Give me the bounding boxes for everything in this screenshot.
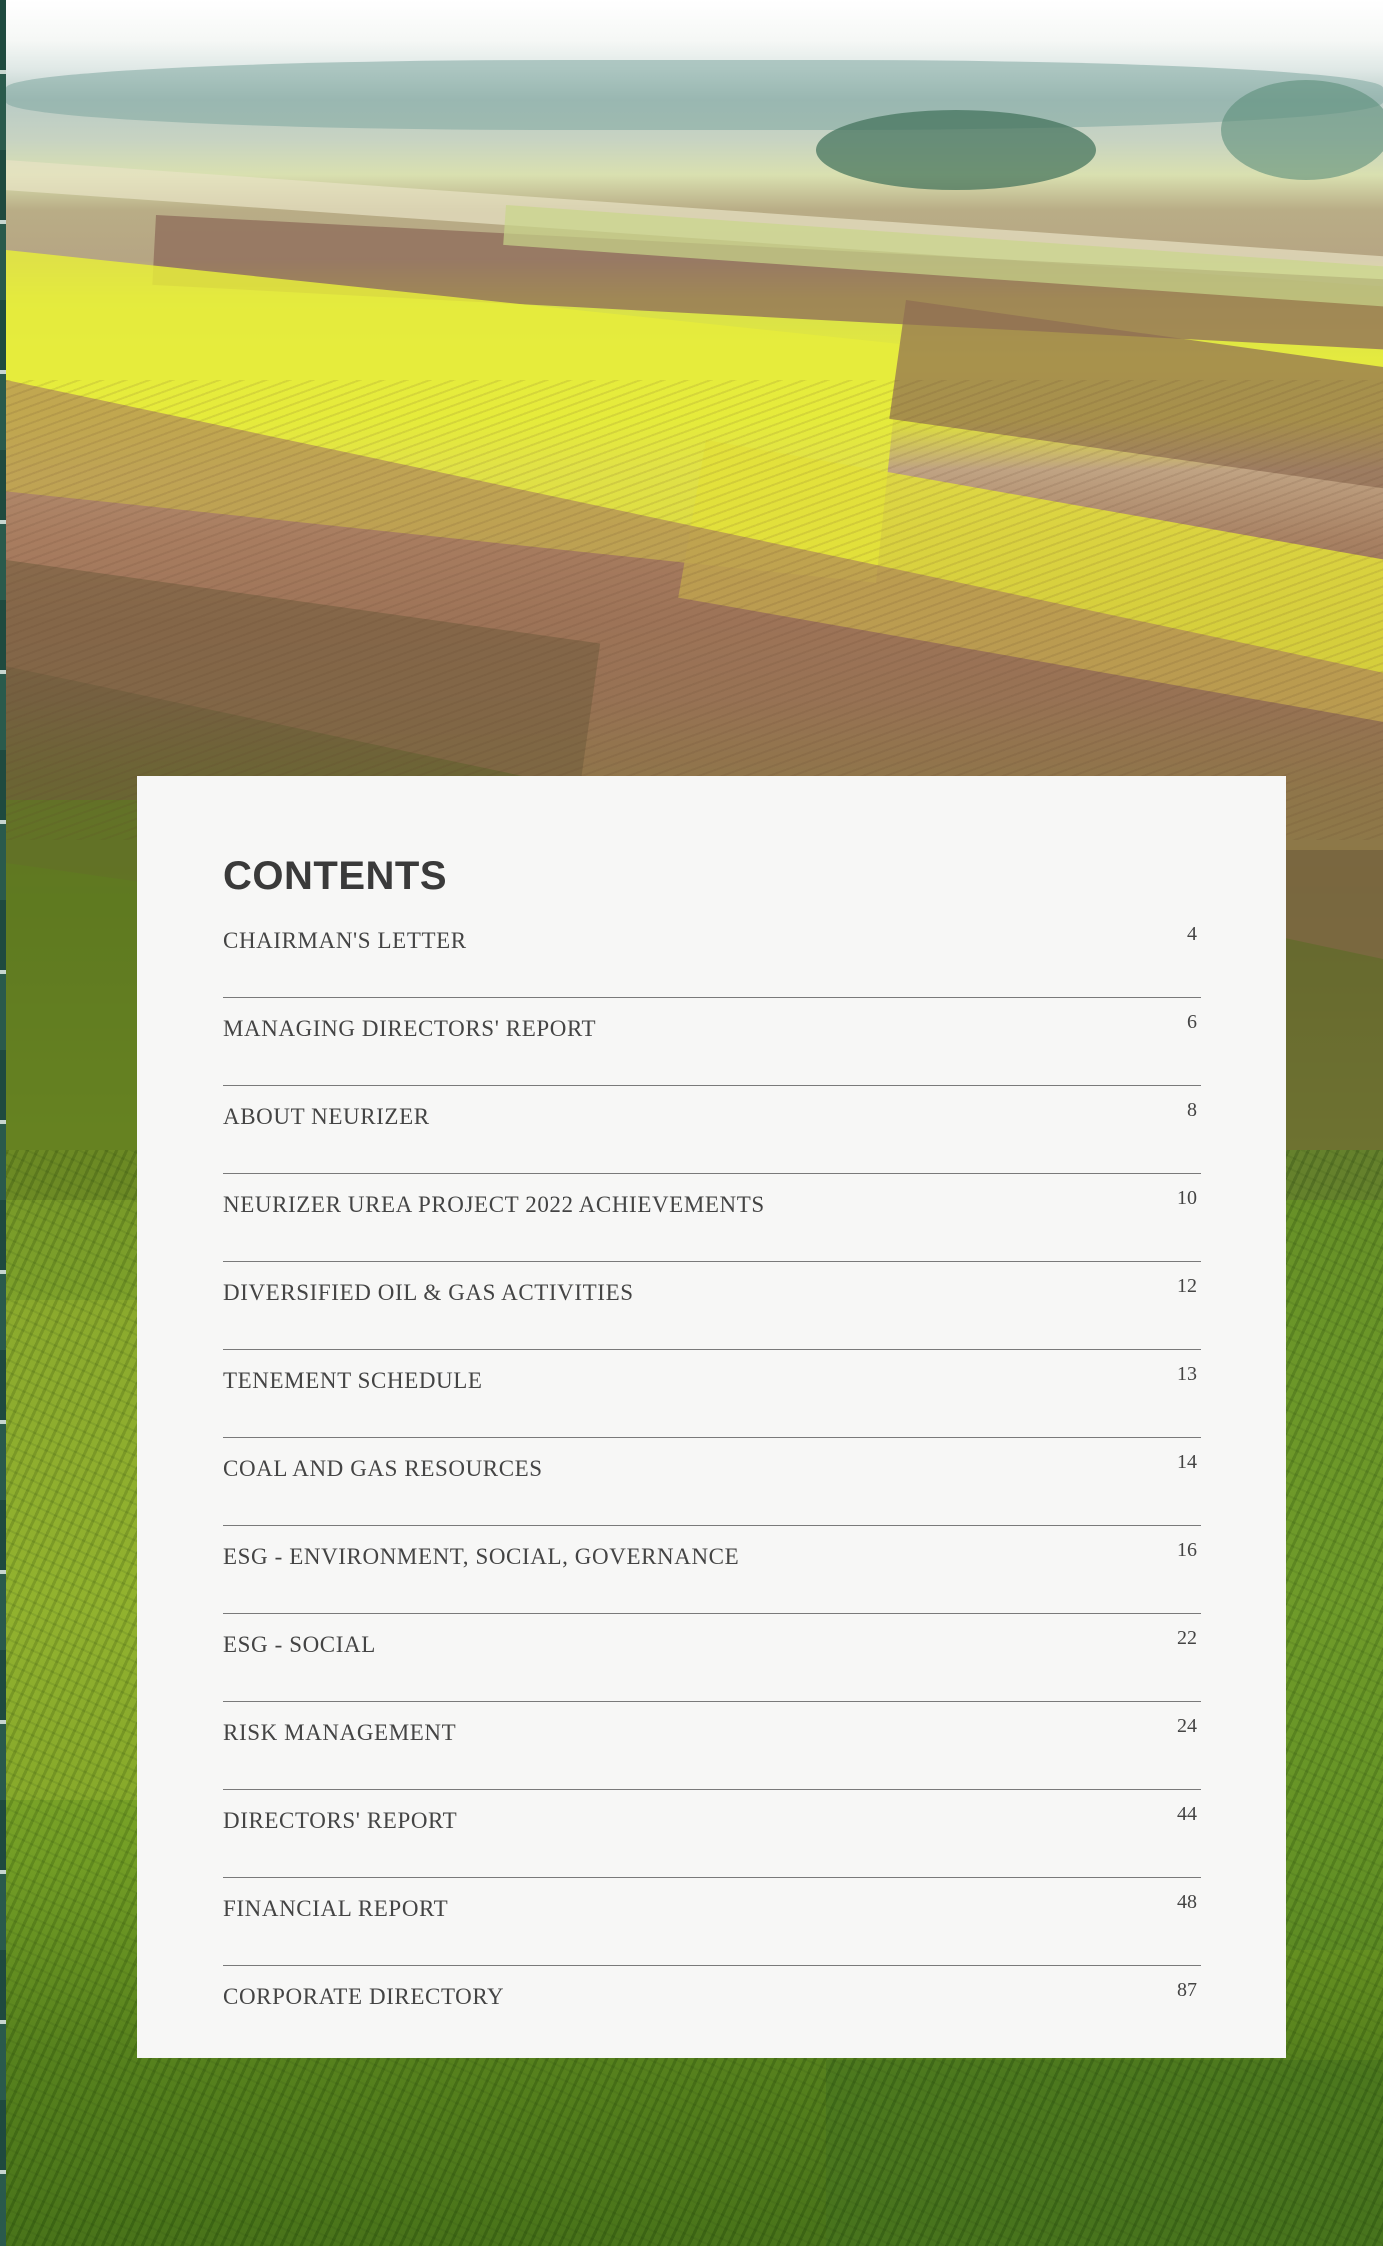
- toc-item-page-number: 13: [1177, 1363, 1197, 1385]
- toc-item-label: CHAIRMAN'S LETTER: [223, 928, 467, 953]
- contents-title: CONTENTS: [223, 854, 447, 898]
- toc-item-label: FINANCIAL REPORT: [223, 1896, 449, 1921]
- toc-item-page-number: 48: [1177, 1891, 1197, 1913]
- toc-item[interactable]: ESG - SOCIAL 22: [223, 1614, 1201, 1702]
- toc-item-page-number: 22: [1177, 1627, 1197, 1649]
- tree-cluster: [816, 110, 1096, 190]
- distant-treeline: [6, 60, 1383, 130]
- toc-item-page-number: 87: [1177, 1979, 1197, 2001]
- toc-item-page-number: 10: [1177, 1187, 1197, 1209]
- toc-item-page-number: 24: [1177, 1715, 1197, 1737]
- field-band: [1286, 850, 1383, 1200]
- table-of-contents: CHAIRMAN'S LETTER 4 MANAGING DIRECTORS' …: [223, 910, 1201, 2054]
- toc-item-label: NEURIZER UREA PROJECT 2022 ACHIEVEMENTS: [223, 1192, 765, 1217]
- toc-item[interactable]: DIRECTORS' REPORT 44: [223, 1790, 1201, 1878]
- toc-item-page-number: 44: [1177, 1803, 1197, 1825]
- toc-item-label: CORPORATE DIRECTORY: [223, 1984, 505, 2009]
- toc-item[interactable]: CORPORATE DIRECTORY 87: [223, 1966, 1201, 2054]
- toc-item-label: TENEMENT SCHEDULE: [223, 1368, 483, 1393]
- toc-item[interactable]: ESG - ENVIRONMENT, SOCIAL, GOVERNANCE 16: [223, 1526, 1201, 1614]
- toc-item[interactable]: FINANCIAL REPORT 48: [223, 1878, 1201, 1966]
- contents-card: CONTENTS CHAIRMAN'S LETTER 4 MANAGING DI…: [137, 776, 1286, 2058]
- report-page: CONTENTS CHAIRMAN'S LETTER 4 MANAGING DI…: [0, 0, 1383, 2246]
- toc-item[interactable]: ABOUT NEURIZER 8: [223, 1086, 1201, 1174]
- toc-item[interactable]: DIVERSIFIED OIL & GAS ACTIVITIES 12: [223, 1262, 1201, 1350]
- toc-item-label: DIRECTORS' REPORT: [223, 1808, 458, 1833]
- toc-item[interactable]: CHAIRMAN'S LETTER 4: [223, 910, 1201, 998]
- toc-item-page-number: 12: [1177, 1275, 1197, 1297]
- toc-item-label: RISK MANAGEMENT: [223, 1720, 457, 1745]
- field-furrows: [6, 380, 1383, 840]
- toc-item-page-number: 14: [1177, 1451, 1197, 1473]
- tree-cluster: [1221, 80, 1383, 180]
- toc-item-page-number: 4: [1187, 923, 1197, 945]
- toc-item[interactable]: COAL AND GAS RESOURCES 14: [223, 1438, 1201, 1526]
- toc-item-label: ABOUT NEURIZER: [223, 1104, 430, 1129]
- toc-item-label: COAL AND GAS RESOURCES: [223, 1456, 543, 1481]
- toc-item-label: MANAGING DIRECTORS' REPORT: [223, 1016, 597, 1041]
- toc-item-label: ESG - SOCIAL: [223, 1632, 376, 1657]
- toc-item-page-number: 16: [1177, 1539, 1197, 1561]
- toc-item[interactable]: NEURIZER UREA PROJECT 2022 ACHIEVEMENTS …: [223, 1174, 1201, 1262]
- toc-item[interactable]: MANAGING DIRECTORS' REPORT 6: [223, 998, 1201, 1086]
- toc-item[interactable]: TENEMENT SCHEDULE 13: [223, 1350, 1201, 1438]
- toc-item-label: DIVERSIFIED OIL & GAS ACTIVITIES: [223, 1280, 634, 1305]
- toc-item-label: ESG - ENVIRONMENT, SOCIAL, GOVERNANCE: [223, 1544, 740, 1569]
- toc-item-page-number: 8: [1187, 1099, 1197, 1121]
- toc-item[interactable]: RISK MANAGEMENT 24: [223, 1702, 1201, 1790]
- toc-item-page-number: 6: [1187, 1011, 1197, 1033]
